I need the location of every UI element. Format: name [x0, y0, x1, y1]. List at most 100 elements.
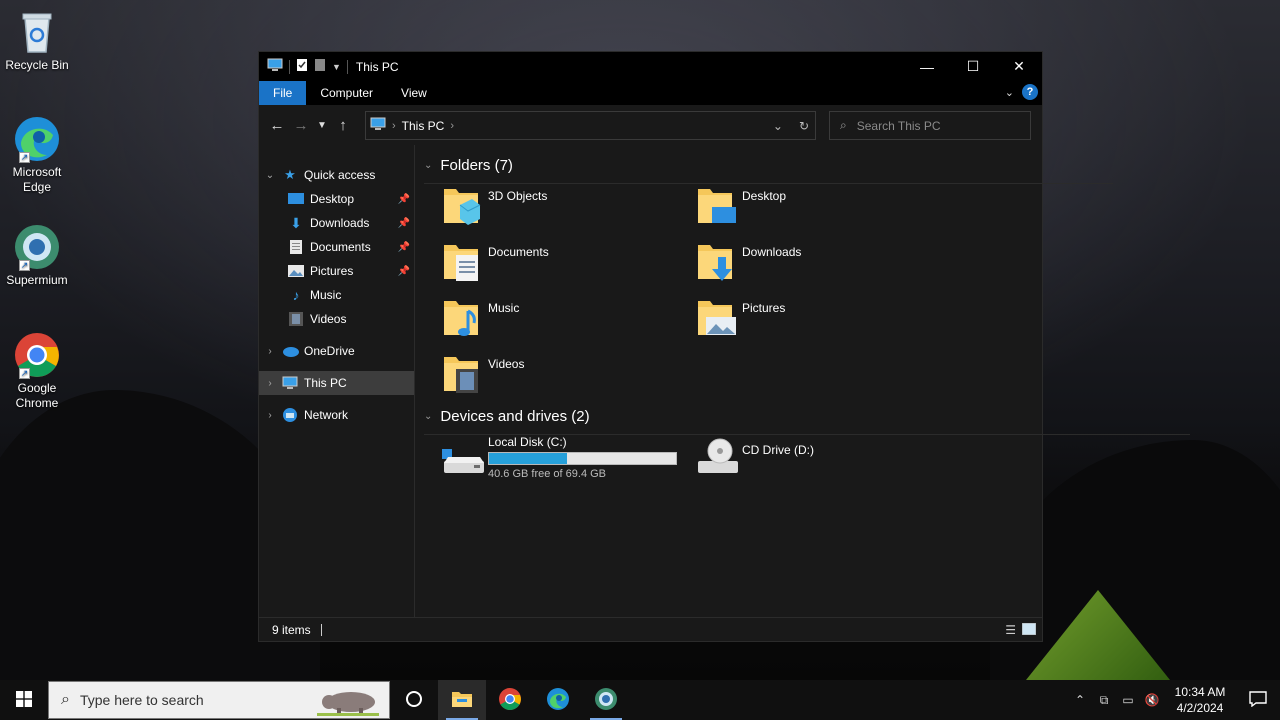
music-note-icon: ♪: [292, 287, 300, 303]
customize-toolbar-icon[interactable]: ▼: [332, 62, 341, 72]
folder-videos[interactable]: Videos: [438, 353, 678, 403]
cloud-icon: [281, 343, 299, 359]
drives-group-header[interactable]: ⌄ Devices and drives (2): [424, 408, 1190, 435]
system-tray: ⌃ ⧉ ▭ 🔇 10:34 AM 4/2/2024: [1068, 680, 1280, 720]
clock-date: 4/2/2024: [1176, 701, 1224, 715]
status-bar: 9 items ☰: [259, 617, 1042, 641]
desktop-icon: [287, 191, 305, 207]
nav-desktop[interactable]: Desktop 📌: [259, 187, 414, 211]
maximize-button[interactable]: ☐: [950, 52, 996, 81]
nav-label: Music: [310, 288, 342, 302]
show-hidden-icons-button[interactable]: ⌃: [1068, 693, 1092, 707]
nav-music[interactable]: ♪ Music: [259, 283, 414, 307]
minimize-button[interactable]: —: [904, 52, 950, 81]
group-title: Folders (7): [440, 157, 513, 174]
pin-icon: 📌: [397, 193, 410, 205]
title-bar[interactable]: ▼ This PC — ☐ ✕: [259, 52, 1042, 81]
expand-chevron-icon[interactable]: ›: [259, 346, 281, 357]
taskbar-file-explorer[interactable]: [438, 680, 486, 720]
new-folder-icon[interactable]: [314, 58, 326, 75]
search-box[interactable]: ⌕: [829, 111, 1031, 140]
desktop-icon-label: Google Chrome: [15, 381, 59, 410]
back-button[interactable]: ←: [265, 117, 289, 134]
address-dropdown-icon[interactable]: ⌄: [773, 119, 783, 133]
volume-muted-icon[interactable]: 🔇: [1140, 693, 1164, 707]
desktop-icon-edge[interactable]: ↗ Microsoft Edge: [4, 115, 70, 195]
maximize-icon: ☐: [966, 58, 980, 74]
taskbar-search-input[interactable]: [79, 692, 280, 708]
expand-chevron-icon[interactable]: ›: [259, 378, 281, 389]
disk-usage-bar: [488, 452, 677, 465]
nav-pictures[interactable]: Pictures 📌: [259, 259, 414, 283]
computer-icon: [281, 375, 299, 391]
nav-quick-access[interactable]: ⌄ ★ Quick access: [259, 163, 414, 187]
taskbar-clock[interactable]: 10:34 AM 4/2/2024: [1164, 684, 1236, 716]
network-tray-icon[interactable]: ▭: [1116, 693, 1140, 707]
notifications-button[interactable]: [1236, 690, 1280, 710]
navigation-pane: ⌄ ★ Quick access Desktop 📌 ⬇ Downloads 📌…: [259, 145, 415, 619]
nav-documents[interactable]: Documents 📌: [259, 235, 414, 259]
expand-chevron-icon[interactable]: ›: [259, 410, 281, 421]
chevron-down-icon: ▼: [317, 119, 327, 131]
nav-this-pc[interactable]: › This PC: [259, 371, 414, 395]
help-icon[interactable]: ?: [1022, 84, 1038, 100]
recent-locations-button[interactable]: ▼: [313, 120, 331, 131]
large-icons-view-icon[interactable]: [1021, 622, 1037, 638]
taskbar-chrome[interactable]: [486, 680, 534, 720]
folder-desktop[interactable]: Desktop: [692, 185, 932, 235]
search-input[interactable]: [856, 118, 1017, 133]
nav-onedrive[interactable]: › OneDrive: [259, 339, 414, 363]
folder-label: Music: [488, 301, 520, 315]
desktop-icon-label: Recycle Bin: [5, 58, 69, 72]
desktop-icon-supermium[interactable]: ↗ Supermium: [4, 223, 70, 288]
properties-icon[interactable]: [296, 58, 308, 75]
address-bar[interactable]: › This PC › ⌄ ↻: [365, 111, 816, 140]
this-pc-icon: [370, 117, 386, 134]
taskbar-supermium[interactable]: [582, 680, 630, 720]
music-folder-icon: [442, 297, 482, 339]
supermium-icon: [594, 687, 618, 714]
task-view-button[interactable]: [390, 680, 438, 720]
breadcrumb-chevron-icon[interactable]: ›: [450, 120, 454, 132]
nav-network[interactable]: › Network: [259, 403, 414, 427]
folders-group-header[interactable]: ⌄ Folders (7): [424, 157, 1113, 184]
desktop-icon-chrome[interactable]: ↗ Google Chrome: [4, 331, 70, 411]
disk-free-text: 40.6 GB free of 69.4 GB: [488, 468, 607, 480]
close-icon: ✕: [1013, 58, 1025, 74]
nav-label: Downloads: [310, 216, 370, 230]
tray-app-icon[interactable]: ⧉: [1092, 693, 1116, 708]
expand-chevron-icon[interactable]: ⌄: [259, 170, 281, 181]
forward-button[interactable]: →: [289, 117, 313, 134]
start-button[interactable]: [0, 680, 48, 720]
nav-label: Documents: [310, 240, 371, 254]
taskbar-search[interactable]: ⌕: [48, 681, 390, 719]
expand-ribbon-icon[interactable]: ⌄: [1005, 86, 1014, 99]
close-button[interactable]: ✕: [996, 52, 1042, 81]
folder-pictures[interactable]: Pictures: [692, 297, 932, 347]
breadcrumb-this-pc[interactable]: This PC: [402, 119, 445, 133]
drive-cd-d[interactable]: CD Drive (D:): [692, 435, 932, 483]
item-count: 9 items: [272, 622, 311, 637]
up-button[interactable]: ↑: [331, 117, 355, 134]
tab-file[interactable]: File: [259, 81, 307, 105]
taskbar-edge[interactable]: [534, 680, 582, 720]
nav-label: Quick access: [304, 168, 376, 182]
search-icon: ⌕: [61, 691, 70, 708]
nav-downloads[interactable]: ⬇ Downloads 📌: [259, 211, 414, 235]
tab-view[interactable]: View: [387, 81, 441, 105]
folder-music[interactable]: Music: [438, 297, 678, 347]
windows-logo-icon: [16, 690, 32, 710]
drive-local-disk-c[interactable]: Local Disk (C:) 40.6 GB free of 69.4 GB: [438, 435, 678, 483]
folder-3d-objects[interactable]: 3D Objects: [438, 185, 678, 235]
details-view-icon[interactable]: ☰: [1005, 623, 1016, 638]
nav-label: Network: [304, 408, 349, 422]
folder-label: Pictures: [742, 301, 786, 315]
nav-videos[interactable]: Videos: [259, 307, 414, 331]
refresh-icon[interactable]: ↻: [799, 119, 809, 133]
nav-label: Pictures: [310, 264, 354, 278]
3d-objects-folder-icon: [442, 185, 482, 227]
tab-computer[interactable]: Computer: [306, 81, 387, 105]
folder-downloads[interactable]: Downloads: [692, 241, 932, 291]
desktop-icon-recycle-bin[interactable]: Recycle Bin: [4, 8, 70, 73]
folder-documents[interactable]: Documents: [438, 241, 678, 291]
